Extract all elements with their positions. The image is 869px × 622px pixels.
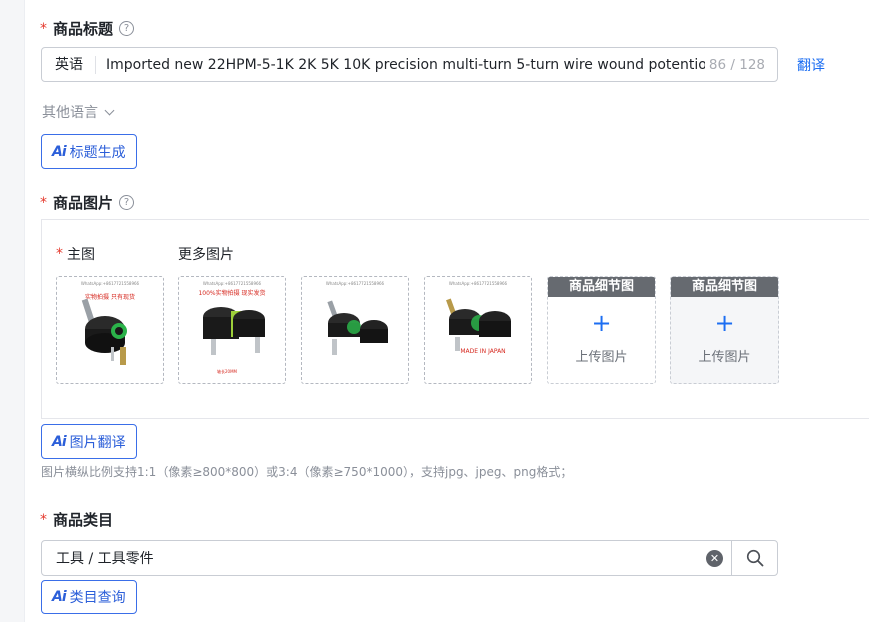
product-image-4[interactable]: WhatsApp:+8617721558966 MADE IN JAPAN	[424, 276, 532, 384]
category-label: 商品类目	[53, 511, 114, 529]
ai-image-translate-button[interactable]: Ai 图片翻译	[41, 424, 137, 459]
category-input[interactable]: 工具 / 工具零件 ✕	[41, 540, 778, 576]
image-label: 商品图片	[53, 194, 114, 212]
upload-label: 上传图片	[698, 350, 751, 365]
more-images-label: 更多图片	[178, 244, 234, 264]
svg-text:WhatsApp:+8617721558966: WhatsApp:+8617721558966	[203, 281, 262, 286]
ai-category-query-label: 类目查询	[69, 590, 126, 606]
language-tag[interactable]: 英语	[42, 55, 96, 74]
category-value[interactable]: 工具 / 工具零件	[42, 548, 706, 568]
svg-text:轴长20MM: 轴长20MM	[217, 368, 238, 374]
upload-detail-image-1[interactable]: 商品细节图 + 上传图片	[547, 276, 656, 384]
required-mark: *	[40, 194, 47, 211]
sidebar-divider	[24, 0, 25, 622]
potentiometer-photo-icon: WhatsApp:+8617721558966 MADE IN JAPAN	[446, 281, 511, 355]
more-images-text: 更多图片	[178, 247, 234, 263]
image-format-hint: 图片横纵比例支持1:1（像素≥800*800）或3:4（像素≥750*1000）…	[41, 465, 573, 479]
required-mark: *	[56, 246, 63, 262]
help-icon[interactable]: ?	[119, 21, 135, 36]
svg-text:实物拍摄 只有现货: 实物拍摄 只有现货	[85, 293, 135, 301]
search-icon	[746, 549, 763, 567]
potentiometer-photo-icon: WhatsApp:+8617721558966 实物拍摄 只有现货	[81, 281, 140, 365]
plus-icon: +	[714, 309, 735, 337]
required-mark: *	[40, 511, 47, 528]
svg-text:WhatsApp:+8617721558966: WhatsApp:+8617721558966	[326, 281, 385, 286]
ai-icon: Ai	[52, 433, 67, 450]
ai-title-generate-label: 标题生成	[69, 144, 126, 161]
left-sidebar-strip	[0, 0, 24, 622]
product-image-3[interactable]: WhatsApp:+8617721558966	[301, 276, 409, 384]
main-image-label-row: * 主图	[56, 244, 95, 264]
other-languages-toggle[interactable]: 其他语言	[42, 102, 115, 122]
ai-image-translate-label: 图片翻译	[69, 434, 126, 451]
title-section-label: * 商品标题 ?	[40, 18, 135, 39]
upload-label: 上传图片	[575, 350, 628, 365]
required-mark: *	[40, 20, 47, 37]
svg-text:MADE IN JAPAN: MADE IN JAPAN	[460, 348, 505, 355]
title-char-counter: 86 / 128	[708, 56, 765, 73]
plus-icon: +	[591, 309, 612, 337]
product-image-2[interactable]: WhatsApp:+8617721558966 100%实物拍摄 现实发货 轴长…	[178, 276, 286, 384]
upload-header: 商品细节图	[671, 277, 778, 297]
category-section-label: * 商品类目	[40, 509, 113, 530]
title-value[interactable]: Imported new 22HPM-5-1K 2K 5K 10K precis…	[96, 57, 705, 73]
potentiometer-photo-icon: WhatsApp:+8617721558966 100%实物拍摄 现实发货 轴长…	[198, 281, 265, 374]
potentiometer-photo-icon: WhatsApp:+8617721558966	[326, 281, 388, 355]
translate-link[interactable]: 翻译	[797, 55, 825, 75]
image-section-label: * 商品图片 ?	[40, 192, 135, 213]
chevron-down-icon	[104, 105, 115, 115]
other-languages-label: 其他语言	[42, 105, 98, 121]
close-circle-icon[interactable]: ✕	[706, 549, 723, 567]
help-icon[interactable]: ?	[119, 195, 135, 210]
ai-icon: Ai	[52, 589, 67, 605]
ai-icon: Ai	[52, 143, 67, 160]
category-search-button[interactable]	[731, 541, 777, 575]
title-label: 商品标题	[53, 20, 114, 38]
title-input[interactable]: 英语 Imported new 22HPM-5-1K 2K 5K 10K pre…	[41, 47, 778, 82]
svg-text:100%实物拍摄 现实发货: 100%实物拍摄 现实发货	[198, 289, 265, 297]
main-image-label: 主图	[67, 247, 95, 263]
upload-header: 商品细节图	[548, 277, 655, 297]
ai-category-query-button[interactable]: Ai 类目查询	[41, 580, 137, 614]
svg-text:WhatsApp:+8617721558966: WhatsApp:+8617721558966	[449, 281, 508, 286]
svg-text:WhatsApp:+8617721558966: WhatsApp:+8617721558966	[81, 281, 140, 286]
product-image-main[interactable]: WhatsApp:+8617721558966 实物拍摄 只有现货	[56, 276, 164, 384]
ai-title-generate-button[interactable]: Ai 标题生成	[41, 134, 137, 169]
upload-detail-image-2[interactable]: 商品细节图 + 上传图片	[670, 276, 779, 384]
